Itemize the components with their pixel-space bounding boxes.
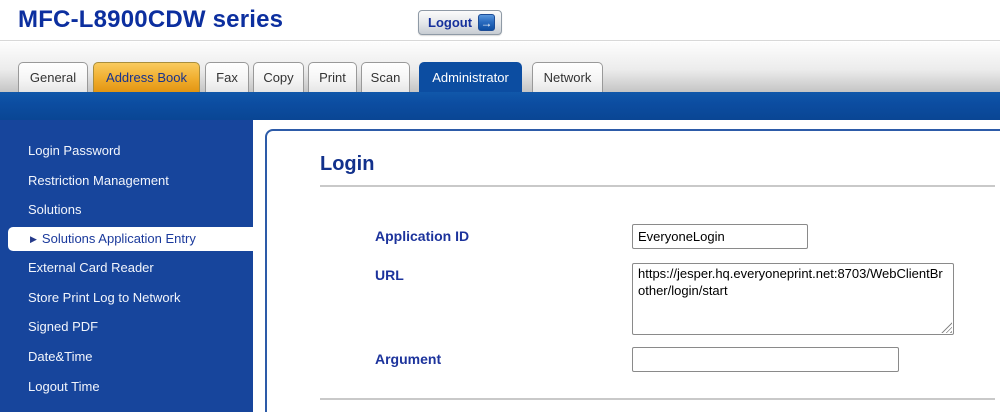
tab-bar: General Address Book Fax Copy Print Scan… (0, 42, 1000, 92)
argument-label: Argument (375, 351, 441, 367)
page-title: MFC-L8900CDW series (18, 6, 283, 34)
logout-arrow-icon: → (478, 14, 495, 31)
tab-network[interactable]: Network (532, 62, 603, 92)
logout-button-label: Logout (428, 15, 472, 30)
sidebar-item-restriction-management[interactable]: Restriction Management (0, 169, 253, 193)
sidebar-nav: Login Password Restriction Management So… (0, 120, 253, 412)
tab-fax[interactable]: Fax (205, 62, 249, 92)
tab-print[interactable]: Print (308, 62, 357, 92)
sidebar-item-label: Solutions Application Entry (42, 231, 196, 246)
content-panel: Login Application ID URL Argument (265, 129, 1000, 412)
sidebar-item-solutions[interactable]: Solutions (0, 198, 253, 222)
tab-copy[interactable]: Copy (253, 62, 304, 92)
tab-underline-bar (0, 92, 1000, 120)
sidebar-item-logout-time[interactable]: Logout Time (0, 375, 253, 399)
url-textarea[interactable] (632, 263, 954, 335)
url-label: URL (375, 267, 404, 283)
app-window: MFC-L8900CDW series Logout → General Add… (0, 0, 1000, 412)
sidebar-item-store-print-log[interactable]: Store Print Log to Network (0, 286, 253, 310)
application-id-input[interactable] (632, 224, 808, 249)
application-id-label: Application ID (375, 228, 469, 244)
selected-item-arrow-icon: ▶ (30, 234, 37, 244)
tab-address-book[interactable]: Address Book (93, 62, 200, 92)
section-heading: Login (320, 153, 374, 176)
logout-button[interactable]: Logout → (418, 10, 502, 35)
header: MFC-L8900CDW series Logout → (0, 0, 1000, 41)
sidebar-item-external-card-reader[interactable]: External Card Reader (0, 256, 253, 280)
section-divider (320, 398, 995, 400)
tab-administrator[interactable]: Administrator (419, 62, 522, 92)
sidebar-item-solutions-application-entry[interactable]: ▶ Solutions Application Entry (8, 227, 266, 251)
sidebar-item-date-time[interactable]: Date&Time (0, 345, 253, 369)
sidebar-item-signed-pdf[interactable]: Signed PDF (0, 315, 253, 339)
sidebar-item-login-password[interactable]: Login Password (0, 139, 253, 163)
heading-divider (320, 185, 995, 187)
tab-scan[interactable]: Scan (361, 62, 410, 92)
tab-general[interactable]: General (18, 62, 88, 92)
argument-input[interactable] (632, 347, 899, 372)
